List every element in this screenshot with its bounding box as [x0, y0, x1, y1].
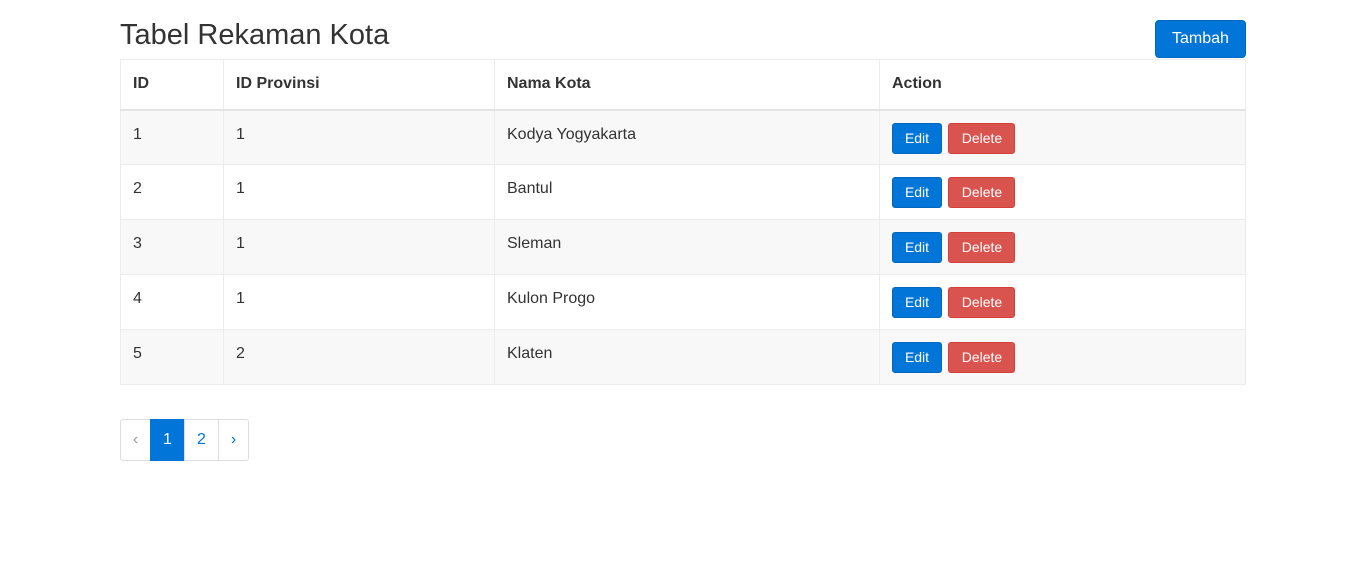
cell-nama-kota: Kodya Yogyakarta — [494, 109, 880, 165]
delete-button[interactable]: Delete — [948, 287, 1016, 318]
column-header-action: Action — [879, 59, 1246, 111]
cell-id-provinsi: 1 — [223, 219, 495, 275]
main-container: Tabel Rekaman Kota Tambah ID ID Provinsi… — [120, 0, 1246, 461]
cell-id: 3 — [120, 219, 224, 275]
cell-id-provinsi: 1 — [223, 274, 495, 330]
cell-action: Edit Delete — [879, 109, 1246, 165]
table-header-row: ID ID Provinsi Nama Kota Action — [120, 59, 1246, 111]
cell-id-provinsi: 1 — [223, 164, 495, 220]
cell-id: 2 — [120, 164, 224, 220]
edit-button[interactable]: Edit — [892, 232, 942, 263]
table-header: ID ID Provinsi Nama Kota Action — [120, 59, 1246, 111]
pagination-prev-icon[interactable]: ‹ — [120, 419, 151, 461]
delete-button[interactable]: Delete — [948, 232, 1016, 263]
page-title: Tabel Rekaman Kota — [120, 19, 390, 51]
cell-nama-kota: Kulon Progo — [494, 274, 880, 330]
delete-button[interactable]: Delete — [948, 122, 1016, 154]
column-header-id-provinsi: ID Provinsi — [223, 59, 495, 111]
column-header-nama-kota: Nama Kota — [494, 59, 880, 111]
cell-nama-kota: Sleman — [494, 219, 880, 275]
city-table: ID ID Provinsi Nama Kota Action 1 1 Kody… — [120, 59, 1246, 385]
add-button[interactable]: Tambah — [1155, 20, 1246, 58]
cell-nama-kota: Bantul — [494, 164, 880, 220]
cell-id-provinsi: 2 — [223, 329, 495, 385]
cell-id: 4 — [120, 274, 224, 330]
delete-button[interactable]: Delete — [948, 342, 1016, 373]
edit-button[interactable]: Edit — [892, 177, 942, 208]
pagination-page-1[interactable]: 1 — [150, 419, 185, 461]
cell-nama-kota: Klaten — [494, 329, 880, 385]
cell-action: Edit Delete — [879, 274, 1246, 330]
pagination-page-2[interactable]: 2 — [184, 419, 219, 461]
edit-button[interactable]: Edit — [892, 122, 942, 154]
page-header: Tabel Rekaman Kota Tambah — [120, 0, 1246, 59]
cell-action: Edit Delete — [879, 329, 1246, 385]
pagination: ‹ 1 2 › — [120, 419, 249, 461]
table-row: 4 1 Kulon Progo Edit Delete — [120, 274, 1246, 330]
table-row: 1 1 Kodya Yogyakarta Edit Delete — [120, 109, 1246, 165]
table-row: 2 1 Bantul Edit Delete — [120, 164, 1246, 220]
cell-id-provinsi: 1 — [223, 109, 495, 165]
edit-button[interactable]: Edit — [892, 342, 942, 373]
cell-id: 1 — [120, 109, 224, 165]
table-body: 1 1 Kodya Yogyakarta Edit Delete 2 1 Ban… — [120, 109, 1246, 385]
pagination-next-icon[interactable]: › — [218, 419, 249, 461]
cell-id: 5 — [120, 329, 224, 385]
cell-action: Edit Delete — [879, 219, 1246, 275]
delete-button[interactable]: Delete — [948, 177, 1016, 208]
edit-button[interactable]: Edit — [892, 287, 942, 318]
table-row: 5 2 Klaten Edit Delete — [120, 329, 1246, 385]
table-row: 3 1 Sleman Edit Delete — [120, 219, 1246, 275]
column-header-id: ID — [120, 59, 224, 111]
cell-action: Edit Delete — [879, 164, 1246, 220]
